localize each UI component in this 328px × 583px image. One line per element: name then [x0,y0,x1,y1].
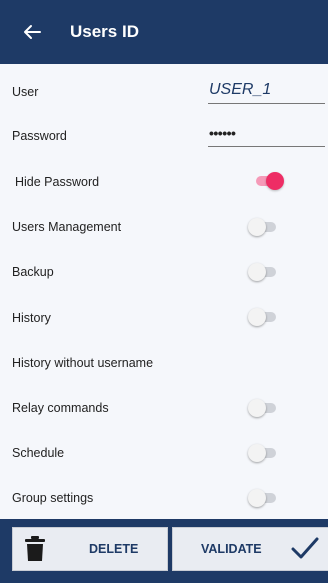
app-bar: Users ID [0,0,328,64]
validate-label: VALIDATE [201,542,262,556]
toggle-row-history-without-username: History without username [0,352,328,372]
delete-label: DELETE [89,542,139,556]
toggle-label: History without username [12,356,154,370]
delete-button[interactable]: DELETE [12,527,168,571]
password-row: Password •••••• [0,122,328,148]
toggle-row-group-settings: Group settings [0,487,328,507]
toggle-label: Schedule [12,446,65,460]
toggle-label: Hide Password [15,175,100,189]
user-label: User [12,85,39,99]
toggle-row-history: History [0,307,328,327]
toggle-row-hide-password: Hide Password [0,171,328,191]
hide-password-switch[interactable] [254,172,284,190]
toggle-row-relay-commands: Relay commands [0,397,328,417]
users-management-switch[interactable] [248,218,278,236]
toggle-row-backup: Backup [0,261,328,281]
page-title: Users ID [70,22,139,41]
history-switch[interactable] [248,308,278,326]
schedule-switch[interactable] [248,444,278,462]
toggle-row-users-management: Users Management [0,216,328,236]
toggle-label: Group settings [12,491,94,505]
group-settings-switch[interactable] [248,489,278,507]
relay-commands-switch[interactable] [248,399,278,417]
check-icon [291,536,319,563]
toggle-label: History [12,311,51,325]
toggle-label: Relay commands [12,401,109,415]
user-row: User USER_1 [0,80,328,106]
toggle-label: Users Management [12,220,122,234]
validate-button[interactable]: VALIDATE [172,527,328,571]
bottom-action-bar: DELETE VALIDATE [0,519,328,583]
backup-switch[interactable] [248,263,278,281]
password-label: Password [12,129,67,143]
user-field[interactable]: USER_1 [208,81,325,104]
arrow-left-icon[interactable] [20,20,44,44]
password-field[interactable]: •••••• [208,125,325,147]
trash-icon [24,536,46,565]
toggle-row-schedule: Schedule [0,442,328,462]
toggle-label: Backup [12,265,54,279]
